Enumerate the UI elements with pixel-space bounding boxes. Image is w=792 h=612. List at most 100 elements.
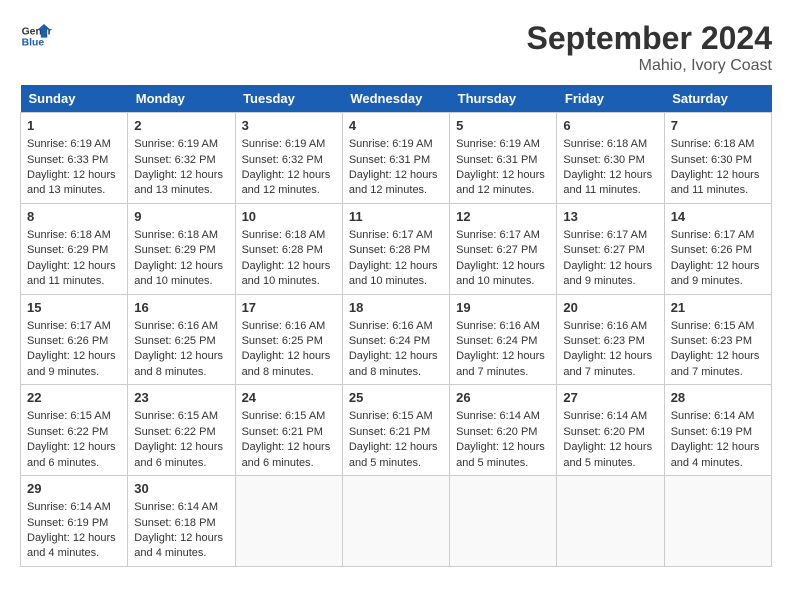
calendar-cell: 10Sunrise: 6:18 AMSunset: 6:28 PMDayligh…: [235, 203, 342, 294]
day-number: 15: [27, 299, 121, 317]
calendar-cell: 16Sunrise: 6:16 AMSunset: 6:25 PMDayligh…: [128, 294, 235, 385]
calendar-cell: 28Sunrise: 6:14 AMSunset: 6:19 PMDayligh…: [664, 385, 771, 476]
calendar-cell: [664, 476, 771, 567]
sunset-text: Sunset: 6:29 PM: [27, 243, 121, 258]
day-number: 11: [349, 208, 443, 226]
day-header-wednesday: Wednesday: [342, 85, 449, 113]
daylight-text: Daylight: 12 hours and 13 minutes.: [134, 168, 228, 199]
sunset-text: Sunset: 6:26 PM: [27, 334, 121, 349]
day-number: 12: [456, 208, 550, 226]
sunset-text: Sunset: 6:21 PM: [349, 425, 443, 440]
daylight-text: Daylight: 12 hours and 12 minutes.: [349, 168, 443, 199]
location: Mahio, Ivory Coast: [527, 57, 772, 75]
sunrise-text: Sunrise: 6:19 AM: [242, 137, 336, 152]
day-number: 6: [563, 117, 657, 135]
sunrise-text: Sunrise: 6:18 AM: [563, 137, 657, 152]
sunset-text: Sunset: 6:32 PM: [134, 153, 228, 168]
calendar-cell: 27Sunrise: 6:14 AMSunset: 6:20 PMDayligh…: [557, 385, 664, 476]
day-number: 18: [349, 299, 443, 317]
sunrise-text: Sunrise: 6:18 AM: [27, 228, 121, 243]
calendar-cell: [235, 476, 342, 567]
sunset-text: Sunset: 6:24 PM: [456, 334, 550, 349]
calendar-table: SundayMondayTuesdayWednesdayThursdayFrid…: [20, 85, 772, 567]
day-number: 22: [27, 389, 121, 407]
sunrise-text: Sunrise: 6:17 AM: [671, 228, 765, 243]
daylight-text: Daylight: 12 hours and 9 minutes.: [563, 259, 657, 290]
day-header-sunday: Sunday: [21, 85, 128, 113]
sunrise-text: Sunrise: 6:16 AM: [456, 319, 550, 334]
daylight-text: Daylight: 12 hours and 10 minutes.: [456, 259, 550, 290]
calendar-cell: 18 Sunrise: 6:16 AMSunset: 6:24 PMDayligh…: [342, 294, 449, 385]
daylight-text: Daylight: 12 hours and 8 minutes.: [349, 349, 443, 380]
calendar-cell: 19Sunrise: 6:16 AMSunset: 6:24 PMDayligh…: [450, 294, 557, 385]
calendar-cell: 14Sunrise: 6:17 AMSunset: 6:26 PMDayligh…: [664, 203, 771, 294]
sunset-text: Sunset: 6:20 PM: [456, 425, 550, 440]
day-header-saturday: Saturday: [664, 85, 771, 113]
calendar-cell: 3Sunrise: 6:19 AMSunset: 6:32 PMDaylight…: [235, 113, 342, 204]
sunset-text: Sunset: 6:25 PM: [242, 334, 336, 349]
daylight-text: Daylight: 12 hours and 5 minutes.: [456, 440, 550, 471]
calendar-cell: 11Sunrise: 6:17 AMSunset: 6:28 PMDayligh…: [342, 203, 449, 294]
daylight-text: Daylight: 12 hours and 4 minutes.: [134, 531, 228, 562]
calendar-cell: 25Sunrise: 6:15 AMSunset: 6:21 PMDayligh…: [342, 385, 449, 476]
day-number: 9: [134, 208, 228, 226]
sunset-text: Sunset: 6:24 PM: [349, 334, 443, 349]
sunrise-text: Sunrise: 6:14 AM: [27, 500, 121, 515]
svg-text:Blue: Blue: [22, 38, 45, 49]
daylight-text: Daylight: 12 hours and 12 minutes.: [456, 168, 550, 199]
calendar-cell: 7Sunrise: 6:18 AMSunset: 6:30 PMDaylight…: [664, 113, 771, 204]
sunset-text: Sunset: 6:32 PM: [242, 153, 336, 168]
sunrise-text: Sunrise: 6:14 AM: [671, 409, 765, 424]
calendar-cell: 13Sunrise: 6:17 AMSunset: 6:27 PMDayligh…: [557, 203, 664, 294]
day-number: 17: [242, 299, 336, 317]
daylight-text: Daylight: 12 hours and 7 minutes.: [563, 349, 657, 380]
week-row-4: 22Sunrise: 6:15 AMSunset: 6:22 PMDayligh…: [21, 385, 772, 476]
sunset-text: Sunset: 6:33 PM: [27, 153, 121, 168]
calendar-cell: 9Sunrise: 6:18 AMSunset: 6:29 PMDaylight…: [128, 203, 235, 294]
sunset-text: Sunset: 6:29 PM: [134, 243, 228, 258]
day-header-thursday: Thursday: [450, 85, 557, 113]
calendar-cell: 29Sunrise: 6:14 AMSunset: 6:19 PMDayligh…: [21, 476, 128, 567]
sunrise-text: Sunrise: 6:14 AM: [456, 409, 550, 424]
sunrise-text: Sunrise: 6:14 AM: [563, 409, 657, 424]
daylight-text: Daylight: 12 hours and 8 minutes.: [134, 349, 228, 380]
calendar-cell: 22Sunrise: 6:15 AMSunset: 6:22 PMDayligh…: [21, 385, 128, 476]
calendar-cell: 30Sunrise: 6:14 AMSunset: 6:18 PMDayligh…: [128, 476, 235, 567]
logo-icon: General Blue: [20, 20, 52, 52]
day-number: 20: [563, 299, 657, 317]
calendar-cell: 23Sunrise: 6:15 AMSunset: 6:22 PMDayligh…: [128, 385, 235, 476]
sunset-text: Sunset: 6:27 PM: [563, 243, 657, 258]
calendar-cell: 17Sunrise: 6:16 AMSunset: 6:25 PMDayligh…: [235, 294, 342, 385]
calendar-cell: 5Sunrise: 6:19 AMSunset: 6:31 PMDaylight…: [450, 113, 557, 204]
sunset-text: Sunset: 6:22 PM: [134, 425, 228, 440]
sunrise-text: Sunrise: 6:15 AM: [27, 409, 121, 424]
daylight-text: Daylight: 12 hours and 4 minutes.: [27, 531, 121, 562]
calendar-cell: [450, 476, 557, 567]
sunset-text: Sunset: 6:18 PM: [134, 516, 228, 531]
month-title: September 2024: [527, 20, 772, 57]
sunrise-text: Sunrise: 6:16 AM: [349, 319, 443, 334]
sunset-text: Sunset: 6:20 PM: [563, 425, 657, 440]
sunrise-text: Sunrise: 6:15 AM: [134, 409, 228, 424]
sunset-text: Sunset: 6:22 PM: [27, 425, 121, 440]
daylight-text: Daylight: 12 hours and 11 minutes.: [563, 168, 657, 199]
day-number: 21: [671, 299, 765, 317]
calendar-cell: 26 Sunrise: 6:14 AMSunset: 6:20 PMDayligh…: [450, 385, 557, 476]
sunset-text: Sunset: 6:28 PM: [242, 243, 336, 258]
calendar-cell: 21Sunrise: 6:15 AMSunset: 6:23 PMDayligh…: [664, 294, 771, 385]
day-number: 10: [242, 208, 336, 226]
daylight-text: Daylight: 12 hours and 13 minutes.: [27, 168, 121, 199]
sunset-text: Sunset: 6:23 PM: [563, 334, 657, 349]
calendar-cell: 1Sunrise: 6:19 AMSunset: 6:33 PMDaylight…: [21, 113, 128, 204]
day-number: 29: [27, 480, 121, 498]
sunset-text: Sunset: 6:30 PM: [671, 153, 765, 168]
week-row-5: 29Sunrise: 6:14 AMSunset: 6:19 PMDayligh…: [21, 476, 772, 567]
sunset-text: Sunset: 6:19 PM: [671, 425, 765, 440]
logo: General Blue: [20, 20, 52, 52]
day-number: 28: [671, 389, 765, 407]
sunset-text: Sunset: 6:31 PM: [456, 153, 550, 168]
sunrise-text: Sunrise: 6:14 AM: [134, 500, 228, 515]
day-number: 26: [456, 389, 550, 407]
daylight-text: Daylight: 12 hours and 12 minutes.: [242, 168, 336, 199]
sunrise-text: Sunrise: 6:15 AM: [671, 319, 765, 334]
